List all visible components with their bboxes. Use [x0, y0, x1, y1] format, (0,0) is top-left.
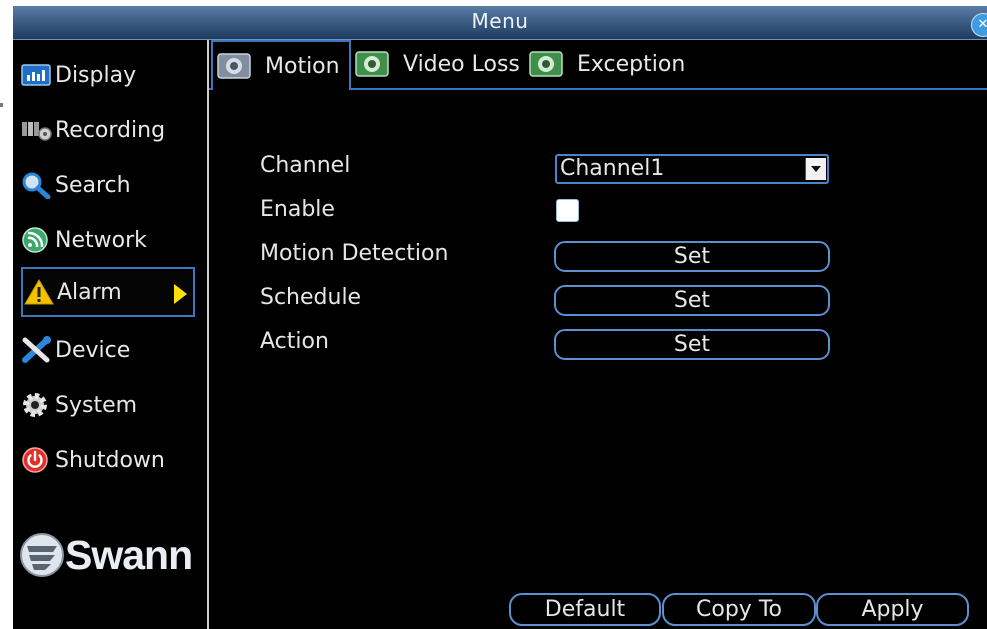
apply-button[interactable]: Apply: [816, 593, 969, 626]
chevron-down-icon[interactable]: [805, 158, 826, 180]
sidebar-item-search[interactable]: Search: [21, 160, 193, 210]
shutdown-icon: [21, 445, 55, 475]
action-set-button[interactable]: Set: [554, 329, 830, 360]
motion-tab-icon: [217, 53, 251, 79]
recording-icon: [21, 115, 55, 145]
close-button[interactable]: ✕: [971, 13, 987, 37]
device-icon: [21, 335, 55, 365]
sidebar-item-device[interactable]: Device: [21, 325, 193, 375]
window-title: Menu: [471, 9, 529, 33]
channel-label: Channel: [260, 153, 351, 178]
sidebar-item-display[interactable]: Display: [21, 50, 193, 100]
sidebar-item-recording[interactable]: Recording: [21, 105, 193, 155]
swann-logo-icon: [20, 533, 64, 577]
tab-label: Video Loss: [403, 51, 520, 77]
sidebar-item-label: Recording: [55, 117, 166, 143]
alarm-icon: [23, 277, 57, 307]
sidebar-item-label: Device: [55, 337, 131, 363]
title-bar: Menu ✕: [13, 6, 987, 40]
default-button[interactable]: Default: [509, 593, 661, 626]
sidebar-item-label: System: [55, 392, 138, 418]
close-icon: ✕: [977, 17, 987, 32]
logo-text: Swann: [65, 531, 193, 578]
exception-tab-icon: [529, 51, 563, 77]
sidebar: Display Recording Search Network Alarm D…: [13, 40, 209, 629]
tab-label: Motion: [265, 53, 340, 79]
enable-checkbox[interactable]: [556, 199, 579, 222]
channel-select-value: Channel1: [560, 156, 665, 181]
tab-motion[interactable]: Motion: [211, 40, 351, 90]
system-icon: [21, 390, 55, 420]
tab-exception[interactable]: Exception: [529, 40, 685, 88]
schedule-label: Schedule: [260, 285, 362, 310]
sidebar-item-shutdown[interactable]: Shutdown: [21, 435, 193, 485]
edge-marker: [0, 103, 3, 107]
sidebar-item-network[interactable]: Network: [21, 215, 193, 265]
channel-select[interactable]: Channel1: [555, 154, 829, 184]
tab-label: Exception: [577, 51, 686, 77]
search-icon: [21, 170, 55, 200]
selected-arrow-icon: [174, 284, 187, 304]
sidebar-item-alarm[interactable]: Alarm: [21, 267, 195, 317]
sidebar-item-label: Network: [55, 227, 147, 253]
tab-video-loss[interactable]: Video Loss: [355, 40, 520, 88]
action-label: Action: [260, 329, 329, 354]
sidebar-item-label: Shutdown: [55, 447, 165, 473]
motion-detection-label: Motion Detection: [260, 241, 449, 266]
sidebar-item-label: Alarm: [57, 279, 122, 305]
motion-detection-set-button[interactable]: Set: [554, 241, 830, 272]
enable-label: Enable: [260, 197, 335, 222]
network-icon: [21, 225, 55, 255]
copy-to-button[interactable]: Copy To: [662, 593, 816, 626]
sidebar-item-label: Search: [55, 172, 131, 198]
video-loss-tab-icon: [355, 51, 389, 77]
display-icon: [21, 60, 55, 90]
menu-window: Menu ✕ Display Recording Search Network …: [13, 6, 987, 629]
schedule-set-button[interactable]: Set: [554, 285, 830, 316]
sidebar-item-label: Display: [55, 62, 137, 88]
tab-bar: Motion Video Loss Exception: [209, 40, 987, 90]
swann-logo: Swann: [19, 530, 193, 580]
sidebar-item-system[interactable]: System: [21, 380, 193, 430]
